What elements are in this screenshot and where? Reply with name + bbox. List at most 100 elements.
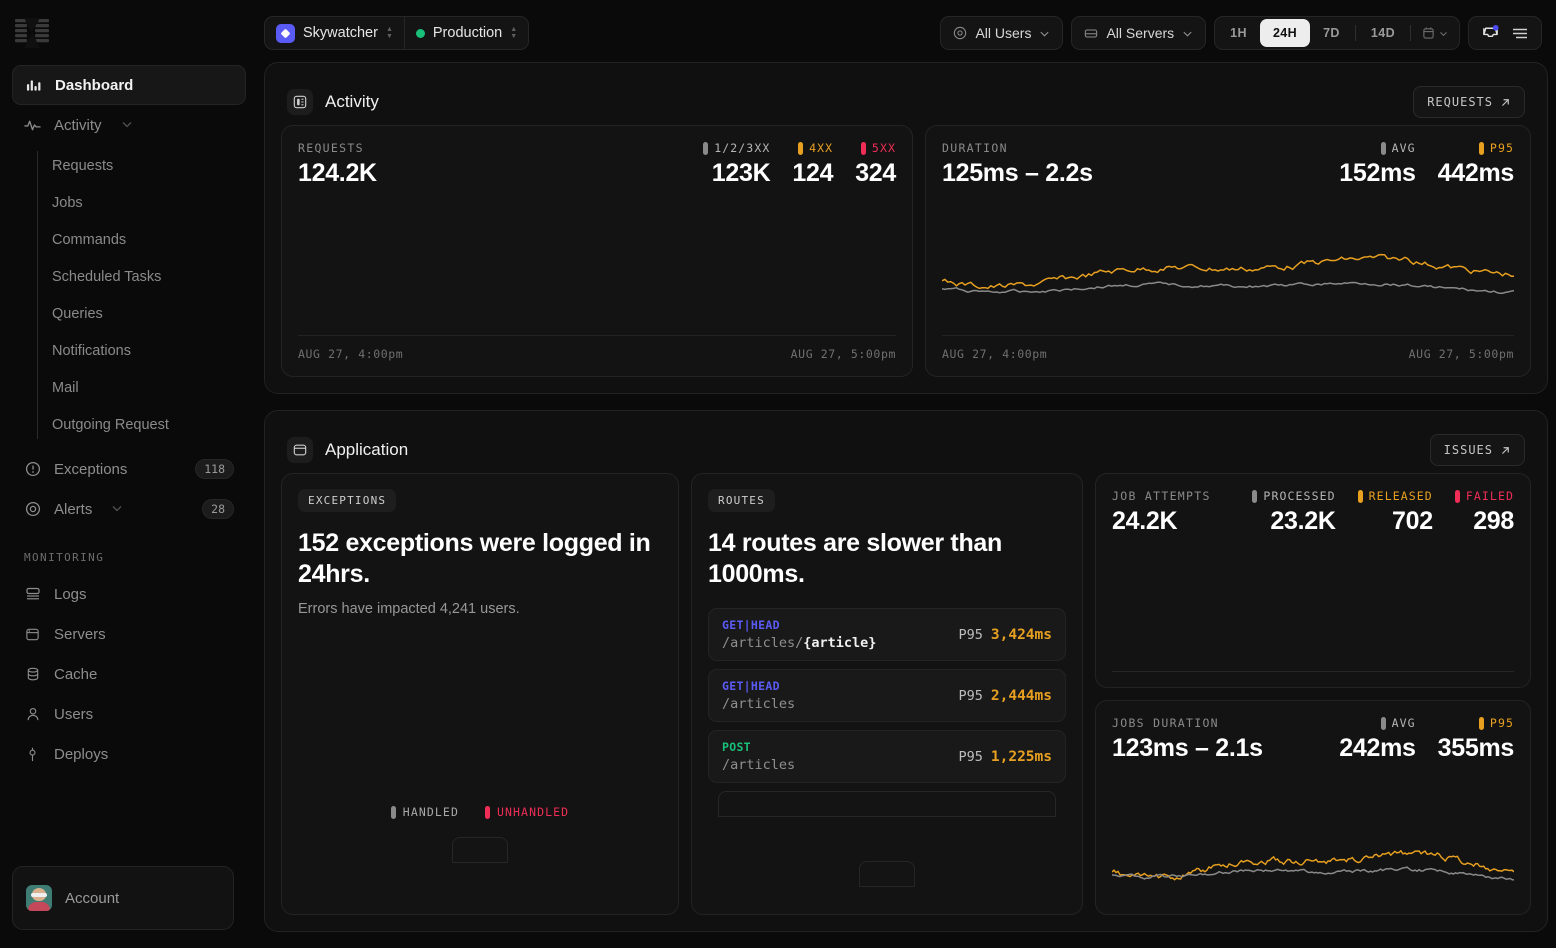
route-item[interactable]: GET|HEAD /articles/{article} P95 3,424ms (708, 608, 1066, 661)
sidebar-item-label: Logs (54, 585, 87, 603)
sidebar-item-servers[interactable]: Servers (12, 614, 246, 654)
servers-filter-label: All Servers (1106, 25, 1175, 41)
exceptions-tag: EXCEPTIONS (298, 489, 397, 512)
avatar (26, 885, 52, 911)
sidebar-item-label: Servers (54, 625, 106, 643)
logs-icon (24, 587, 41, 601)
project-selector[interactable]: Skywatcher ▲ ▼ (265, 17, 404, 49)
chart-line (942, 281, 1514, 295)
range-1h[interactable]: 1H (1217, 19, 1260, 47)
chevron-down-icon (1040, 31, 1050, 37)
exceptions-count-badge: 118 (195, 459, 234, 479)
routes-tag: ROUTES (708, 489, 775, 512)
sidebar-item-alerts[interactable]: Alerts 28 (12, 489, 246, 529)
panel-application-icon (287, 437, 313, 463)
legend-chip (1454, 489, 1460, 503)
legend-chip (1478, 141, 1484, 155)
sidebar-item-label: Alerts (54, 500, 93, 518)
routes-card: ROUTES 14 routes are slower than 1000ms.… (691, 473, 1083, 915)
legend-label: 1/2/3XX (714, 141, 771, 155)
range-7d[interactable]: 7D (1310, 19, 1353, 47)
app-logo[interactable] (0, 0, 64, 65)
sidebar-item-cache[interactable]: Cache (12, 654, 246, 694)
sidebar-subitem-commands[interactable]: Commands (0, 221, 258, 258)
legend-label: HANDLED (402, 805, 459, 819)
legend-p95: P95 442ms (1416, 141, 1515, 188)
sidebar-item-exceptions[interactable]: Exceptions 118 (12, 449, 246, 489)
jobs-duration-card: JOBS DURATION 123ms – 2.1s AVG 242ms P95… (1095, 700, 1531, 915)
sidebar-item-activity[interactable]: Activity (12, 105, 246, 145)
legend-value: 702 (1392, 507, 1433, 535)
legend-released: RELEASED 702 (1336, 489, 1433, 536)
exceptions-footer-button[interactable] (452, 837, 508, 863)
route-item[interactable]: POST /articles P95 1,225ms (708, 730, 1066, 783)
legend-1-2-3xx: 1/2/3XX 123K (681, 141, 771, 188)
route-method: GET|HEAD (722, 679, 780, 693)
sidebar-item-dashboard[interactable]: Dashboard (12, 65, 246, 105)
requests-link-button[interactable]: REQUESTS (1413, 86, 1525, 118)
divider (1354, 25, 1356, 41)
jobs-duration-primary-stat: JOBS DURATION 123ms – 2.1s (1112, 716, 1317, 763)
sidebar-item-users[interactable]: Users (12, 694, 246, 734)
sidebar-subitem-jobs[interactable]: Jobs (0, 184, 258, 221)
inbox-button[interactable] (1476, 19, 1504, 47)
activity-panel: Activity REQUESTS REQUESTS 124.2K 1/2/3X… (264, 62, 1548, 394)
job-attempts-stat-header: JOB ATTEMPTS 24.2K PROCESSED 23.2K RELEA… (1112, 489, 1514, 536)
application-panel: Application ISSUES EXCEPTIONS 152 except… (264, 410, 1548, 932)
panel-title: Application (325, 440, 409, 459)
legend-label: FAILED (1465, 489, 1514, 503)
duration-axis: AUG 27, 4:00pm AUG 27, 5:00pm (942, 335, 1514, 361)
environment-selector[interactable]: Production ▲ ▼ (403, 17, 528, 49)
menu-button[interactable] (1506, 19, 1534, 47)
routes-footer-button[interactable] (859, 861, 915, 887)
route-metric: P95 2,444ms (958, 687, 1053, 704)
arrow-up-right-icon (1502, 446, 1509, 454)
sidebar-subitem-mail[interactable]: Mail (0, 369, 258, 406)
sidebar-subitem-requests[interactable]: Requests (0, 147, 258, 184)
route-item[interactable]: GET|HEAD /articles P95 2,444ms (708, 669, 1066, 722)
hamburger-menu-icon (1513, 28, 1527, 39)
legend-chip (703, 141, 709, 155)
issues-link-button[interactable]: ISSUES (1429, 434, 1525, 466)
job-attempts-card: JOB ATTEMPTS 24.2K PROCESSED 23.2K RELEA… (1095, 473, 1531, 688)
alerts-count-badge: 28 (202, 499, 234, 519)
status-dot-icon (415, 28, 425, 38)
sidebar-item-logs[interactable]: Logs (12, 574, 246, 614)
account-button[interactable]: Account (12, 866, 234, 930)
alert-circle-icon (24, 461, 41, 477)
chevron-down-icon (1183, 31, 1192, 37)
sidebar-item-deploys[interactable]: Deploys (12, 734, 246, 774)
jobs-duration-kicker: JOBS DURATION (1112, 716, 1219, 730)
custom-date-range[interactable] (1413, 19, 1457, 47)
legend-avg: AVG 152ms (1317, 141, 1416, 188)
database-icon (24, 667, 41, 682)
legend-processed: PROCESSED 23.2K (1230, 489, 1336, 536)
sidebar: Dashboard Activity Requests Jobs Command… (0, 65, 258, 930)
axis-start-label: AUG 27, 4:00pm (942, 347, 1048, 361)
legend-label: P95 (1489, 141, 1514, 155)
sidebar-subitem-outgoing-request[interactable]: Outgoing Request (0, 406, 258, 443)
sidebar-section-monitoring: MONITORING (24, 551, 105, 564)
routes-footer-action-area (708, 861, 1066, 887)
range-24h[interactable]: 24H (1259, 19, 1311, 47)
sidebar-subitem-scheduled-tasks[interactable]: Scheduled Tasks (0, 258, 258, 295)
chevron-down-icon (121, 117, 133, 134)
users-filter[interactable]: All Users (940, 16, 1064, 50)
sidebar-item-label: Exceptions (54, 460, 128, 478)
project-label: Skywatcher (303, 25, 378, 41)
range-14d[interactable]: 14D (1358, 19, 1408, 47)
sidebar-subitem-queries[interactable]: Queries (0, 295, 258, 332)
exceptions-headline: 152 exceptions were logged in 24hrs. (298, 529, 651, 588)
route-metric: P95 1,225ms (958, 748, 1053, 765)
environment-label: Production (432, 25, 503, 41)
chevron-down-icon (1440, 31, 1447, 36)
server-icon (1085, 28, 1098, 38)
utility-buttons (1468, 16, 1542, 50)
sidebar-subitem-notifications[interactable]: Notifications (0, 332, 258, 369)
users-filter-label: All Users (975, 25, 1032, 41)
requests-stat-header: REQUESTS 124.2K 1/2/3XX 123K 4XX 124 5XX… (298, 141, 896, 188)
legend-label: 4XX (809, 141, 834, 155)
application-cards-row: EXCEPTIONS 152 exceptions were logged in… (281, 473, 1531, 915)
servers-filter[interactable]: All Servers (1071, 16, 1207, 50)
routes-more-row[interactable] (718, 791, 1056, 817)
